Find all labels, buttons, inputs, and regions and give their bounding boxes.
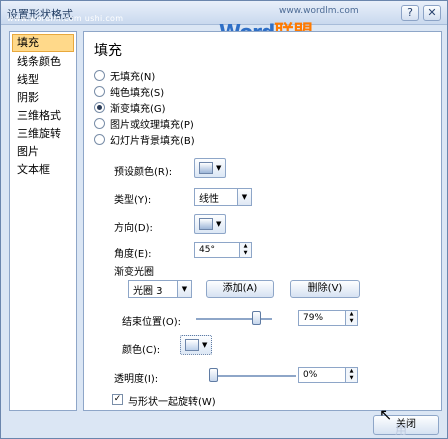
end-position-label: 结束位置(O):: [122, 317, 182, 328]
end-position-thumb[interactable]: [252, 311, 262, 325]
spin-up-icon[interactable]: ▲: [346, 311, 357, 318]
gradient-stop-dropdown[interactable]: 光圈 3 ▼: [128, 280, 192, 298]
radio-picture-fill[interactable]: 图片或纹理填充(P): [94, 116, 194, 131]
format-shape-dialog: 设置形状格式 www.wordlm.com ushi.com www.wordl…: [0, 0, 448, 439]
spin-up-icon[interactable]: ▲: [346, 368, 357, 375]
transparency-label: 透明度(I):: [114, 374, 159, 385]
spin-arrows[interactable]: ▲ ▼: [239, 243, 251, 257]
transparency-value[interactable]: 0%: [299, 370, 345, 380]
spin-up-icon[interactable]: ▲: [240, 243, 251, 250]
type-label: 类型(Y):: [114, 195, 152, 206]
nav-item-3d-format[interactable]: 三维格式: [10, 107, 76, 125]
spin-arrows[interactable]: ▲ ▼: [345, 368, 357, 382]
chevron-down-icon[interactable]: ▼: [177, 281, 191, 297]
section-title: 填充: [94, 43, 122, 59]
title-bar: 设置形状格式 www.wordlm.com ushi.com www.wordl…: [1, 1, 447, 44]
transparency-thumb[interactable]: [209, 368, 218, 382]
transparency-spinner[interactable]: 0% ▲ ▼: [298, 367, 358, 383]
nav-item-picture[interactable]: 图片: [10, 143, 76, 161]
chevron-down-icon: ▼: [216, 164, 222, 172]
add-stop-button[interactable]: 添加(A): [206, 280, 274, 298]
radio-button[interactable]: [94, 85, 105, 97]
end-position-spinner[interactable]: 79% ▲ ▼: [298, 310, 358, 326]
gradient-stop-value: 光圈 3: [133, 285, 163, 297]
radio-background-fill[interactable]: 幻灯片背景填充(B): [94, 132, 195, 147]
angle-value[interactable]: 45°: [195, 245, 239, 255]
direction-button[interactable]: ▼: [194, 214, 227, 234]
radio-button[interactable]: [94, 69, 105, 81]
radio-label: 幻灯片背景填充(B): [110, 135, 195, 147]
angle-spinner[interactable]: 45° ▲ ▼: [194, 242, 252, 258]
direction-swatch-icon: [199, 218, 213, 230]
chevron-down-icon: ▼: [216, 220, 222, 228]
radio-button[interactable]: [94, 101, 105, 113]
chevron-down-icon[interactable]: ▼: [237, 189, 251, 205]
radio-gradient-fill[interactable]: 渐变填充(G): [94, 100, 166, 115]
direction-label: 方向(D):: [114, 223, 153, 234]
nav-item-line-color[interactable]: 线条颜色: [10, 53, 76, 71]
rotate-with-shape-checkbox[interactable]: ✓: [112, 394, 123, 405]
corner-watermark: 用: [395, 423, 408, 437]
site-watermark: www.wordlm.com ushi.com: [7, 14, 124, 23]
rotate-with-shape-label: 与形状一起旋转(W): [128, 397, 216, 408]
nav-item-fill[interactable]: 填充: [12, 34, 74, 52]
spin-arrows[interactable]: ▲ ▼: [345, 311, 357, 325]
radio-label: 渐变填充(G): [110, 103, 166, 115]
delete-stop-button[interactable]: 删除(V): [290, 280, 360, 298]
spin-down-icon[interactable]: ▼: [346, 375, 357, 382]
spin-down-icon[interactable]: ▼: [346, 318, 357, 325]
radio-label: 无填充(N): [110, 71, 156, 83]
nav-item-text-box[interactable]: 文本框: [10, 161, 76, 179]
gradient-swatch-icon: [199, 162, 213, 174]
radio-button[interactable]: [94, 117, 105, 129]
type-value: 线性: [199, 193, 219, 205]
nav-item-3d-rotation[interactable]: 三维旋转: [10, 125, 76, 143]
color-label: 颜色(C):: [122, 345, 161, 356]
radio-label: 纯色填充(S): [110, 87, 165, 99]
preset-colors-label: 预设颜色(R):: [114, 167, 173, 178]
nav-item-shadow[interactable]: 阴影: [10, 89, 76, 107]
radio-button[interactable]: [94, 133, 105, 145]
fill-panel: 填充 无填充(N) 纯色填充(S) 渐变填充(G) 图片或纹理填充(P) 幻灯片…: [83, 31, 442, 411]
gradient-stops-label: 渐变光圈: [114, 267, 154, 278]
radio-label: 图片或纹理填充(P): [110, 119, 194, 131]
close-icon[interactable]: ✕: [423, 5, 441, 21]
nav-item-line-style[interactable]: 线型: [10, 71, 76, 89]
chevron-down-icon: ▼: [202, 341, 208, 349]
radio-no-fill[interactable]: 无填充(N): [94, 68, 156, 83]
angle-label: 角度(E):: [114, 249, 152, 260]
watermark-url: www.wordlm.com: [279, 6, 359, 16]
help-button[interactable]: ?: [401, 5, 419, 21]
end-position-value[interactable]: 79%: [299, 313, 345, 323]
category-list: 填充 线条颜色 线型 阴影 三维格式 三维旋转 图片 文本框: [9, 31, 77, 411]
transparency-slider[interactable]: [210, 375, 296, 377]
color-button[interactable]: ▼: [180, 335, 213, 355]
mouse-cursor-icon: ↖: [379, 405, 393, 424]
type-dropdown[interactable]: 线性 ▼: [194, 188, 252, 206]
preset-colors-button[interactable]: ▼: [194, 158, 227, 178]
spin-down-icon[interactable]: ▼: [240, 250, 251, 257]
radio-solid-fill[interactable]: 纯色填充(S): [94, 84, 165, 99]
paint-bucket-icon: [185, 339, 199, 351]
